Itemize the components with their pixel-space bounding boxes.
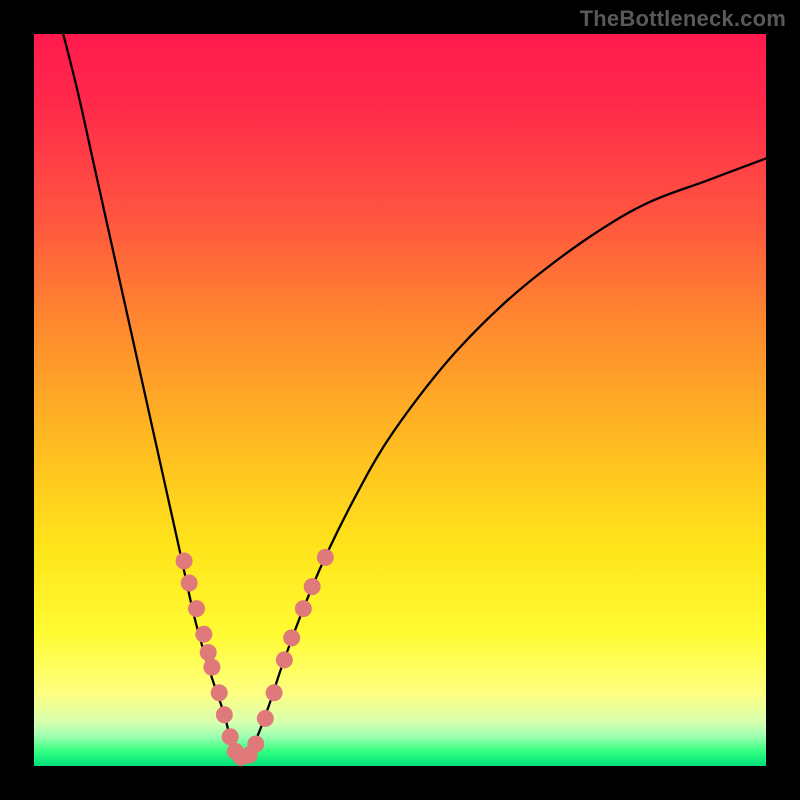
data-marker [276,651,293,668]
data-marker [211,684,228,701]
data-marker [216,706,233,723]
data-marker [200,644,217,661]
data-marker [266,684,283,701]
data-marker [222,728,239,745]
curve-right-branch [239,158,766,758]
plot-area [34,34,766,766]
data-marker [203,659,220,676]
data-marker [188,600,205,617]
data-marker [176,553,193,570]
data-markers [176,549,334,766]
data-marker [317,549,334,566]
data-marker [181,575,198,592]
data-marker [195,626,212,643]
data-marker [283,629,300,646]
data-marker [295,600,312,617]
chart-frame: TheBottleneck.com [0,0,800,800]
data-marker [247,736,264,753]
data-marker [257,710,274,727]
data-marker [304,578,321,595]
curve-layer [34,34,766,766]
watermark-text: TheBottleneck.com [580,6,786,32]
